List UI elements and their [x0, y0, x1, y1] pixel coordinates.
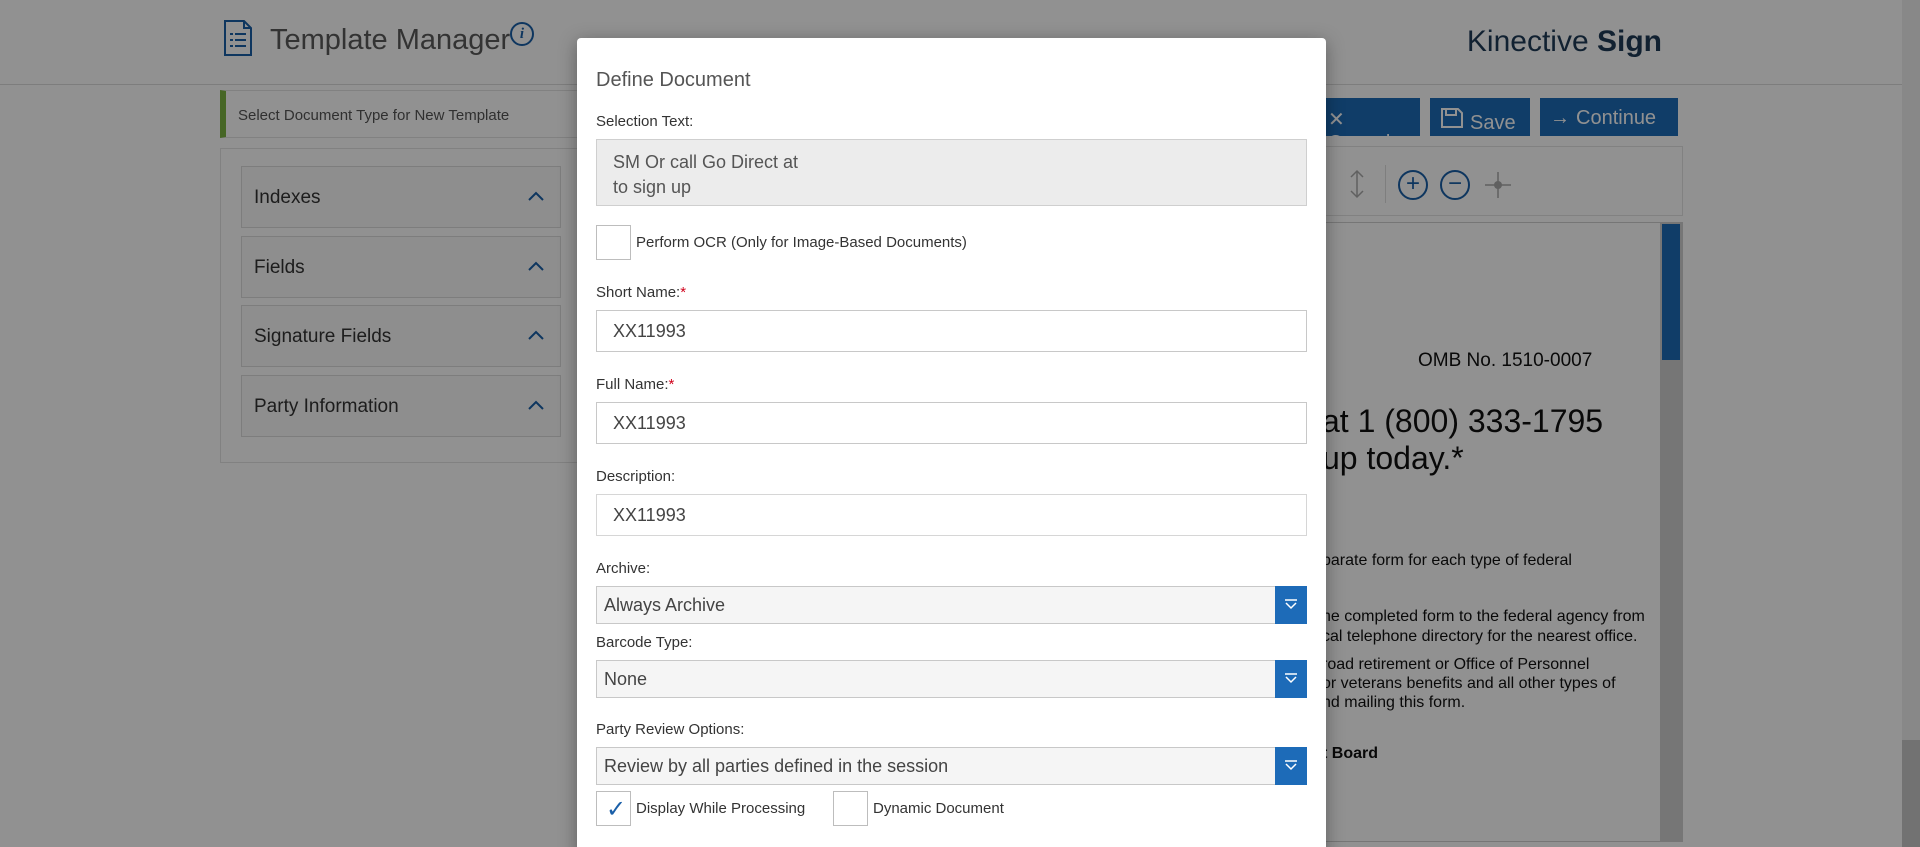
dropdown-button[interactable] — [1275, 586, 1307, 624]
description-label: Description: — [596, 468, 676, 485]
party-review-options-select[interactable]: Review by all parties defined in the ses… — [596, 747, 1307, 785]
required-marker: * — [680, 284, 687, 301]
perform-ocr-label: Perform OCR (Only for Image-Based Docume… — [636, 234, 967, 251]
dynamic-document-label: Dynamic Document — [873, 800, 1004, 817]
dynamic-document-checkbox[interactable] — [833, 791, 868, 826]
party-review-selected-value: Review by all parties defined in the ses… — [604, 756, 949, 776]
chevron-down-icon — [1285, 673, 1297, 684]
selection-text-box: SM Or call Go Direct at to sign up — [596, 139, 1307, 206]
selection-text-label: Selection Text: — [596, 113, 694, 130]
dropdown-button[interactable] — [1275, 747, 1307, 785]
define-document-dialog: Define Document Selection Text: SM Or ca… — [577, 38, 1326, 847]
short-name-label-text: Short Name: — [596, 284, 681, 301]
full-name-label: Full Name:* — [596, 376, 674, 393]
required-marker: * — [668, 376, 675, 393]
full-name-label-text: Full Name: — [596, 376, 669, 393]
archive-selected-value: Always Archive — [604, 595, 726, 615]
short-name-input[interactable] — [596, 310, 1307, 352]
perform-ocr-checkbox[interactable] — [596, 225, 631, 260]
archive-select[interactable]: Always Archive — [596, 586, 1307, 624]
barcode-type-label: Barcode Type: — [596, 634, 693, 651]
description-input[interactable] — [596, 494, 1307, 536]
display-while-processing-label: Display While Processing — [636, 800, 806, 817]
barcode-type-selected-value: None — [604, 669, 648, 689]
dropdown-button[interactable] — [1275, 660, 1307, 698]
full-name-input[interactable] — [596, 402, 1307, 444]
party-review-options-label: Party Review Options: — [596, 721, 745, 738]
short-name-label: Short Name:* — [596, 284, 686, 301]
chevron-down-icon — [1285, 760, 1297, 771]
display-while-processing-checkbox[interactable]: ✓ — [596, 791, 631, 826]
barcode-type-select[interactable]: None — [596, 660, 1307, 698]
dialog-title: Define Document — [596, 69, 751, 91]
checkmark-icon: ✓ — [606, 796, 627, 823]
archive-label: Archive: — [596, 560, 651, 577]
chevron-down-icon — [1285, 599, 1297, 610]
